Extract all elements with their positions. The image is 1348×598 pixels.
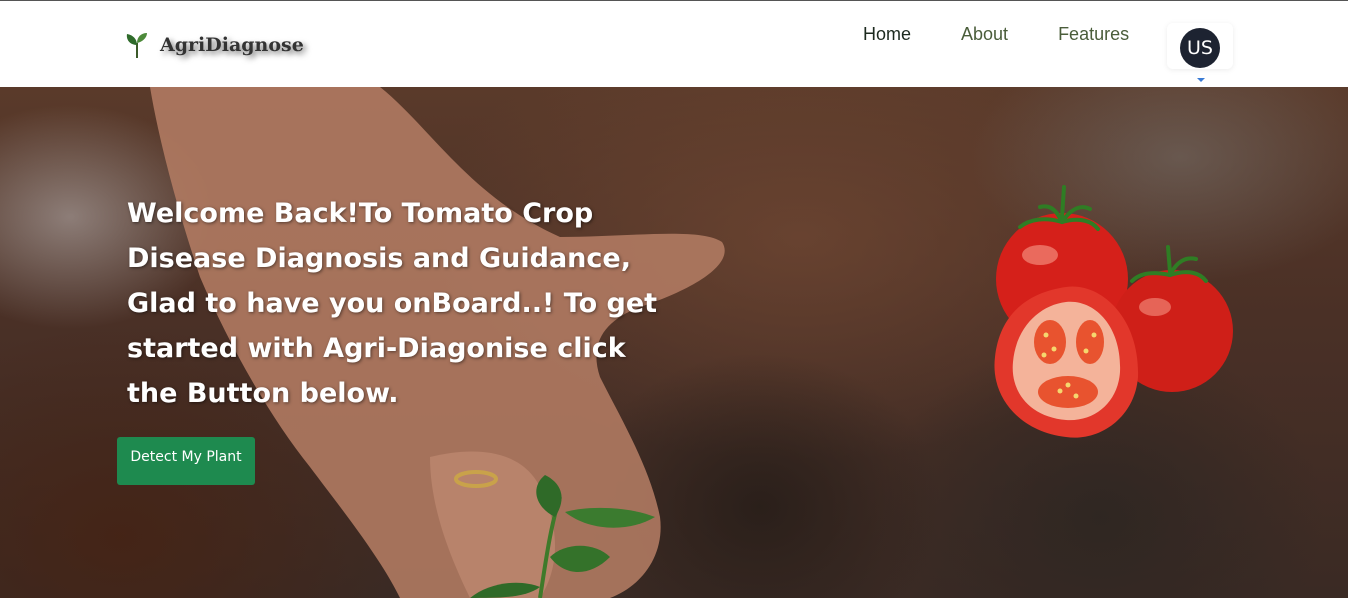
detect-my-plant-button[interactable]: Detect My Plant bbox=[117, 437, 255, 485]
avatar[interactable]: US bbox=[1180, 28, 1220, 68]
dropdown-caret-icon[interactable] bbox=[1197, 78, 1205, 82]
nav-link-home[interactable]: Home bbox=[838, 23, 936, 45]
brand[interactable]: AgriDiagnose bbox=[124, 31, 304, 59]
nav-link-features[interactable]: Features bbox=[1033, 23, 1154, 45]
nav-link-about[interactable]: About bbox=[936, 23, 1033, 45]
brand-name: AgriDiagnose bbox=[160, 34, 304, 56]
main-nav: Home About Features bbox=[838, 23, 1154, 45]
user-menu[interactable]: US bbox=[1167, 23, 1233, 69]
leaf-sprout-icon bbox=[126, 33, 147, 58]
hero-section: Welcome Back!To Tomato Crop Disease Diag… bbox=[0, 87, 1348, 598]
navbar: AgriDiagnose Home About Features US bbox=[0, 0, 1348, 87]
tomatoes-image bbox=[994, 185, 1233, 438]
hero-heading: Welcome Back!To Tomato Crop Disease Diag… bbox=[127, 198, 658, 409]
